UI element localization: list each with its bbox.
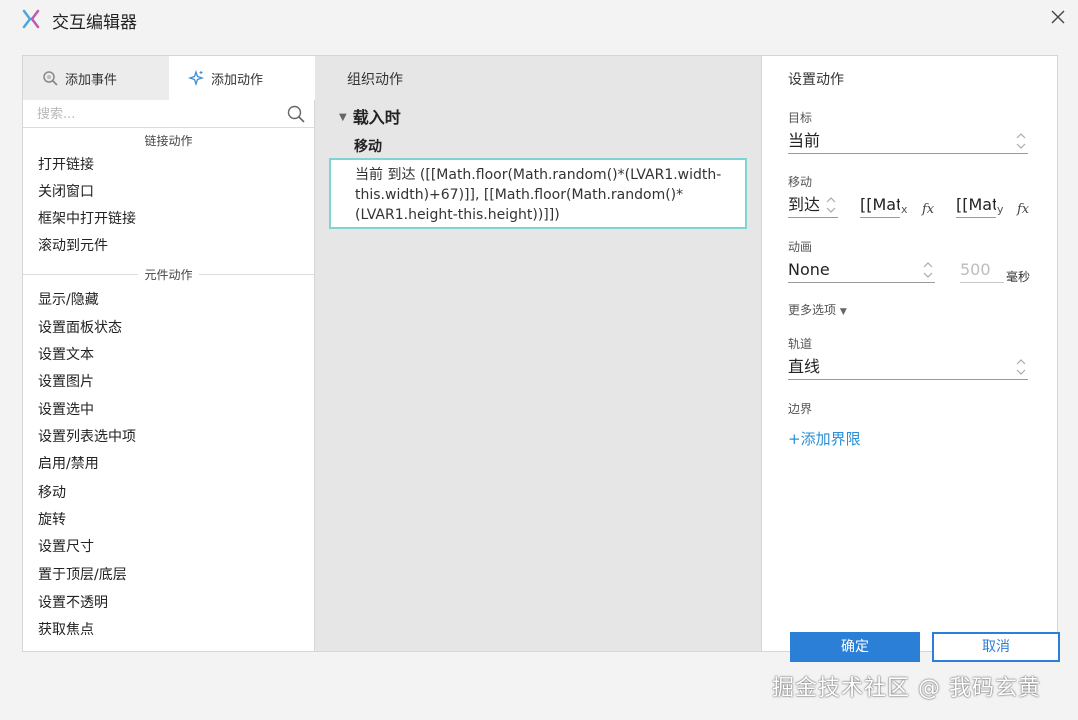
- y-value: [[Math.floor(Math.random()*(LVAR1.height…: [956, 195, 996, 214]
- action-set-image[interactable]: 设置图片: [38, 371, 94, 393]
- action-show-hide[interactable]: 显示/隐藏: [38, 289, 99, 311]
- search-row: [23, 100, 314, 128]
- track-label: 轨道: [788, 337, 813, 351]
- editor-frame: 添加事件 添加动作 链接动作 打开链接 关闭窗口 框架中打开链接: [22, 55, 1058, 652]
- action-close-window[interactable]: 关闭窗口: [38, 181, 94, 203]
- animation-label: 动画: [788, 240, 813, 254]
- action-rotate[interactable]: 旋转: [38, 509, 66, 531]
- title-bar: 交互编辑器: [0, 0, 1078, 38]
- action-enable-disable[interactable]: 启用/禁用: [38, 453, 99, 475]
- updown-chevron-icon: [1016, 133, 1026, 149]
- close-icon[interactable]: [1048, 8, 1068, 28]
- action-set-selected[interactable]: 设置选中: [38, 399, 94, 421]
- fx-x-icon[interactable]: fx: [922, 202, 934, 217]
- duration-input[interactable]: 500: [960, 257, 1004, 283]
- cancel-button[interactable]: 取消: [932, 632, 1060, 662]
- action-open-link-in-frame[interactable]: 框架中打开链接: [38, 208, 136, 230]
- y-suffix: y: [997, 203, 1004, 216]
- selected-action-item[interactable]: 当前 到达 ([[Math.floor(Math.random()*(LVAR1…: [329, 158, 747, 229]
- track-value: 直线: [788, 357, 821, 376]
- add-bounds-link[interactable]: +添加界限: [788, 428, 861, 449]
- updown-chevron-icon: [826, 197, 836, 213]
- group-heading-widget-actions: 元件动作: [23, 266, 314, 286]
- panel-title: 设置动作: [788, 72, 844, 88]
- animation-select[interactable]: None: [788, 257, 935, 283]
- move-mode-select[interactable]: 到达: [788, 192, 838, 218]
- action-scroll-to-widget[interactable]: 滚动到元件: [38, 235, 108, 257]
- dialog-body: 添加事件 添加动作 链接动作 打开链接 关闭窗口 框架中打开链接: [0, 38, 1078, 720]
- add-action-icon: [187, 69, 205, 87]
- event-label: 载入时: [352, 108, 401, 127]
- y-input[interactable]: [[Math.floor(Math.random()*(LVAR1.height…: [956, 192, 996, 218]
- target-label: 目标: [788, 111, 813, 125]
- panel-title: 组织动作: [347, 72, 403, 88]
- organize-actions-panel: 组织动作 ▼ 载入时 移动 当前 到达 ([[Math.floor(Math.ra…: [315, 56, 761, 651]
- x-suffix: x: [901, 203, 908, 216]
- action-set-text[interactable]: 设置文本: [38, 344, 94, 366]
- track-select[interactable]: 直线: [788, 354, 1028, 380]
- axure-logo-icon: [22, 9, 40, 29]
- action-open-link[interactable]: 打开链接: [38, 154, 94, 176]
- caret-down-icon: ▼: [839, 307, 847, 317]
- watermark: 掘金技术社区 @ 我码玄黄: [772, 676, 1041, 701]
- updown-chevron-icon: [1016, 359, 1026, 375]
- tab-label: 添加事件: [65, 72, 118, 88]
- more-options-label: 更多选项: [788, 303, 837, 317]
- tab-add-action[interactable]: 添加动作: [169, 56, 315, 100]
- move-mode-value: 到达: [788, 195, 821, 214]
- action-focus[interactable]: 获取焦点: [38, 619, 94, 641]
- search-input[interactable]: [37, 104, 277, 124]
- actions-library-panel: 添加事件 添加动作 链接动作 打开链接 关闭窗口 框架中打开链接: [23, 56, 315, 651]
- action-move[interactable]: 移动: [38, 482, 66, 504]
- x-value: [[Math.floor(Math.random()*(LVAR1.width-…: [860, 195, 900, 214]
- caret-down-icon: ▼: [339, 112, 347, 123]
- add-event-icon: [43, 71, 58, 86]
- configure-action-panel: 设置动作 目标 当前 移动 到达 [[Math.floor(Math.rando…: [761, 56, 1057, 651]
- action-bring-front-back[interactable]: 置于顶层/底层: [38, 564, 127, 586]
- updown-chevron-icon: [923, 262, 933, 278]
- more-options-toggle[interactable]: 更多选项 ▼: [788, 301, 847, 318]
- move-label: 移动: [788, 175, 813, 189]
- action-set-opacity[interactable]: 设置不透明: [38, 592, 108, 614]
- group-heading-link-actions: 链接动作: [23, 132, 314, 152]
- action-set-panel-state[interactable]: 设置面板状态: [38, 317, 122, 339]
- action-set-list-selected[interactable]: 设置列表选中项: [38, 426, 136, 448]
- tab-label: 添加动作: [211, 72, 264, 88]
- search-icon[interactable]: [286, 104, 306, 124]
- animation-value: None: [788, 260, 830, 279]
- x-input[interactable]: [[Math.floor(Math.random()*(LVAR1.width-…: [860, 192, 900, 218]
- duration-unit: 毫秒: [1006, 270, 1031, 284]
- target-select[interactable]: 当前: [788, 128, 1028, 154]
- tab-add-event[interactable]: 添加事件: [23, 56, 169, 100]
- action-group-title: 移动: [354, 139, 382, 155]
- window-title: 交互编辑器: [52, 13, 137, 33]
- target-value: 当前: [788, 131, 821, 150]
- event-on-load[interactable]: ▼ 载入时: [339, 104, 401, 128]
- bounds-label: 边界: [788, 402, 813, 416]
- action-set-size[interactable]: 设置尺寸: [38, 536, 94, 558]
- ok-button[interactable]: 确定: [790, 632, 920, 662]
- fx-y-icon[interactable]: fx: [1017, 202, 1029, 217]
